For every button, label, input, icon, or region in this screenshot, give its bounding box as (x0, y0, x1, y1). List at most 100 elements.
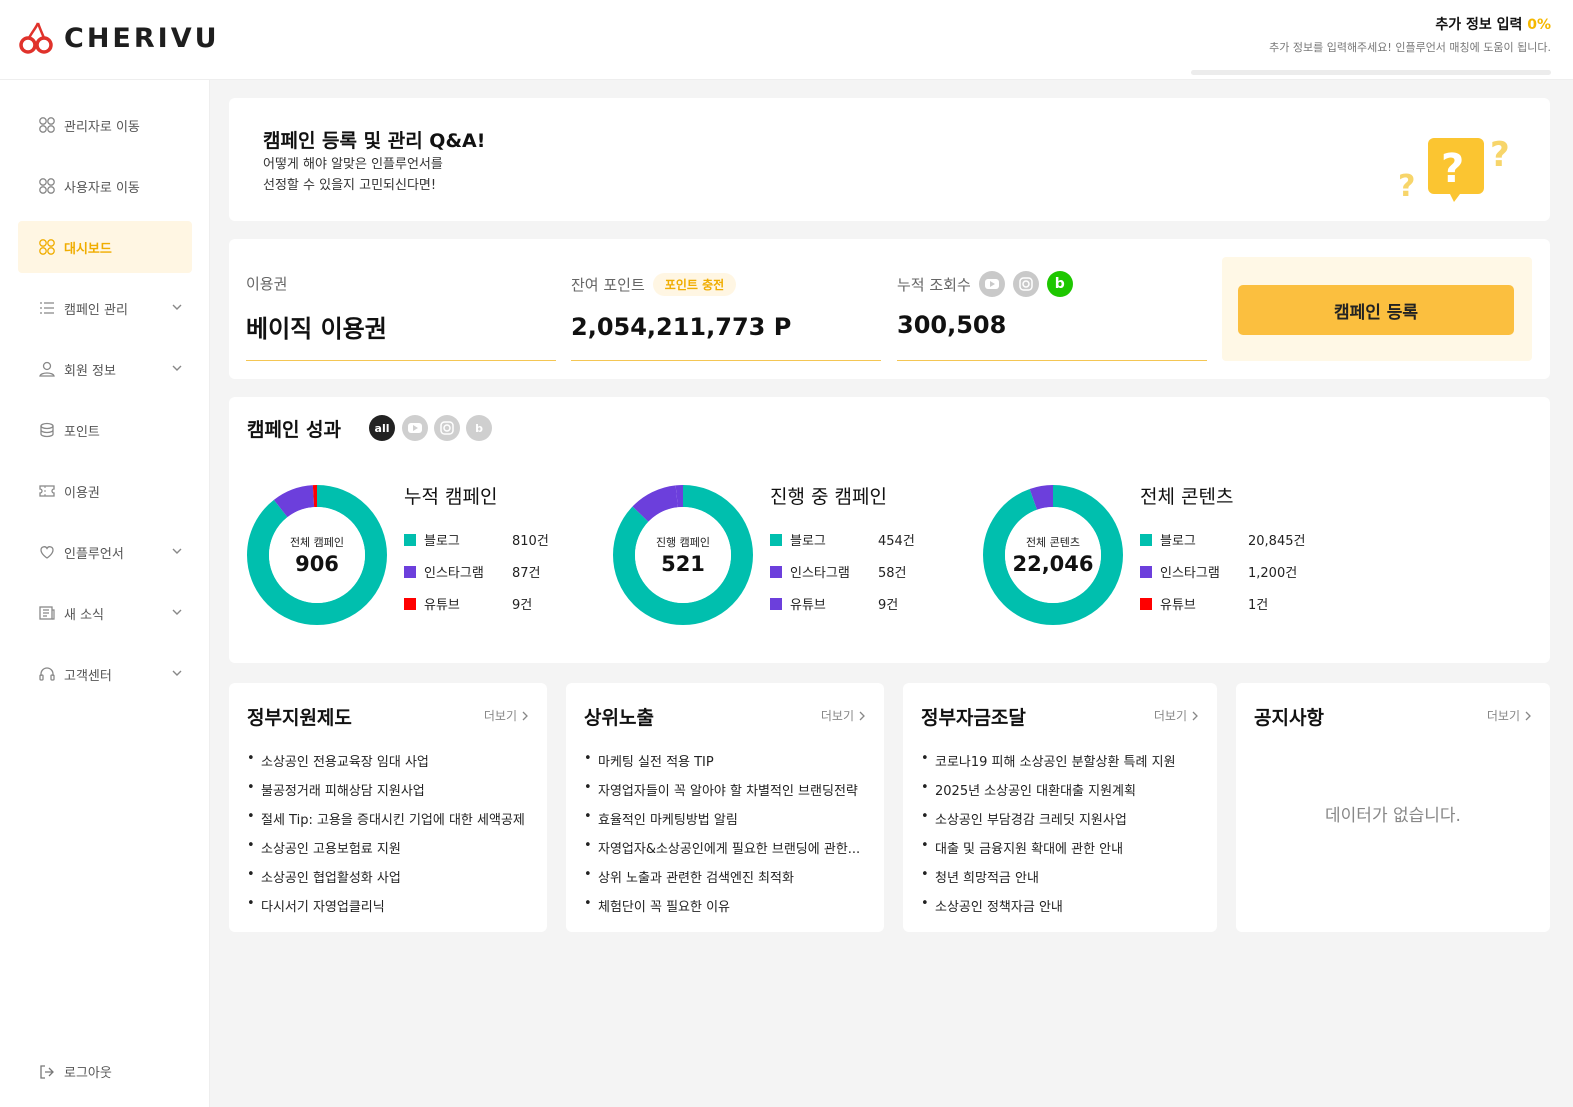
board-list-item[interactable]: 마케팅 실전 적용 TIP (584, 751, 872, 780)
chevron-down-icon[interactable] (170, 666, 184, 680)
board-list-item[interactable]: 상위 노출과 관련한 검색엔진 최적화 (584, 867, 872, 896)
qa-banner[interactable]: 캠페인 등록 및 관리 Q&A! 어떻게 해야 알맞은 인플루언서를 선정할 수… (229, 98, 1550, 221)
views-label-text: 누적 조회수 (897, 275, 971, 294)
sidebar-item-7[interactable]: 인플루언서 (18, 526, 192, 578)
empty-message: 데이터가 없습니다. (1325, 806, 1461, 826)
legend-name: 유튜브 (1160, 598, 1196, 613)
filter-instagram-button[interactable] (434, 415, 460, 441)
sidebar-item-6[interactable]: 이용권 (18, 465, 192, 517)
board-title: 상위노출 (584, 707, 654, 729)
logo[interactable]: CHERIVU (18, 20, 220, 56)
chevron-down-icon[interactable] (170, 544, 184, 558)
chevron-down-icon[interactable] (170, 300, 184, 314)
board-list-item[interactable]: 자영업자들이 꼭 알아야 할 차별적인 브랜딩전략 (584, 780, 872, 809)
coin-icon (38, 421, 56, 439)
legend-name: 블로그 (1160, 534, 1196, 549)
board-list-item[interactable]: 소상공인 부담경감 크레딧 지원사업 (921, 809, 1205, 838)
sidebar-item-3[interactable]: 캠페인 관리 (18, 282, 192, 334)
ticket-value: 베이직 이용권 (246, 315, 387, 343)
performance-card: 캠페인 성과 all b 전체 캠페인 906 누적 캠페인 블로그 810건 인스타그램… (229, 397, 1550, 663)
donut-center: 전체 캠페인 906 (247, 485, 387, 625)
qa-banner-title: 캠페인 등록 및 관리 Q&A! (263, 130, 486, 152)
board-card: 상위노출 더보기마케팅 실전 적용 TIP자영업자들이 꼭 알아야 할 차별적인 … (566, 683, 884, 932)
board-list-item[interactable]: 소상공인 정책자금 안내 (921, 896, 1205, 925)
legend-item: 블로그 (1140, 530, 1196, 549)
points-label: 잔여 포인트 포인트 충전 (571, 273, 737, 296)
svg-text:?: ? (1398, 169, 1415, 204)
legend-value: 58건 (878, 566, 907, 581)
board-list-item[interactable]: 체험단이 꼭 필요한 이유 (584, 896, 872, 925)
legend-swatch (1140, 565, 1152, 578)
qa-banner-line1: 어떻게 해야 알맞은 인플루언서를 (263, 157, 443, 172)
board-list: 마케팅 실전 적용 TIP자영업자들이 꼭 알아야 할 차별적인 브랜딩전략효율… (584, 751, 872, 925)
board-list-item[interactable]: 절세 Tip: 고용을 증대시킨 기업에 대한 세액공제 (247, 809, 535, 838)
legend-value: 20,845건 (1248, 534, 1306, 549)
grid-icon (38, 116, 56, 134)
more-link[interactable]: 더보기 (1487, 707, 1532, 724)
board-list-item[interactable]: 소상공인 고용보험료 지원 (247, 838, 535, 867)
board-list-item[interactable]: 코로나19 피해 소상공인 분할상환 특례 지원 (921, 751, 1205, 780)
sidebar-item-label: 캠페인 관리 (64, 302, 128, 318)
blog-icon[interactable]: b (1046, 271, 1073, 297)
group-title: 누적 캠페인 (404, 486, 498, 508)
donut-chart-1: 진행 캠페인 521 (613, 485, 753, 625)
sidebar-item-1[interactable]: 사용자로 이동 (18, 160, 192, 212)
chevron-down-icon[interactable] (170, 605, 184, 619)
filter-blog-button[interactable]: b (466, 415, 492, 441)
legend-name: 인스타그램 (1160, 566, 1220, 581)
extra-info-progress (1191, 70, 1551, 75)
user-icon (38, 360, 56, 378)
board-list-item[interactable]: 효율적인 마케팅방법 알림 (584, 809, 872, 838)
svg-text:?: ? (1490, 135, 1510, 175)
ticket-label: 이용권 (246, 273, 287, 294)
sidebar-item-2[interactable]: 대시보드 (18, 221, 192, 273)
sidebar-item-label: 고객센터 (64, 668, 112, 684)
chevron-right-icon (1525, 711, 1531, 720)
views-value: 300,508 (897, 311, 1007, 339)
question-mark-illustration-icon: ? ? ? (1398, 135, 1510, 204)
chevron-down-icon[interactable] (170, 361, 184, 375)
legend-name: 인스타그램 (790, 566, 850, 581)
legend-swatch (1140, 597, 1152, 610)
more-label: 더보기 (820, 709, 854, 723)
legend-swatch (404, 565, 416, 578)
more-link[interactable]: 더보기 (821, 707, 866, 724)
board-list-item[interactable]: 2025년 소상공인 대환대출 지원계획 (921, 780, 1205, 809)
points-value: 2,054,211,773 P (571, 313, 792, 341)
board-list: 코로나19 피해 소상공인 분할상환 특례 지원2025년 소상공인 대환대출 … (921, 751, 1205, 925)
donut-center-value: 521 (661, 552, 705, 576)
charge-points-button[interactable]: 포인트 충전 (652, 273, 737, 296)
extra-info-panel[interactable]: 추가 정보 입력 0% 추가 정보를 입력해주세요! 인플루언서 매칭에 도움이… (1151, 14, 1551, 75)
donut-center-value: 22,046 (1012, 552, 1094, 576)
board-card: 정부자금조달 더보기코로나19 피해 소상공인 분할상환 특례 지원2025년 소… (903, 683, 1217, 932)
board-list-item[interactable]: 청년 희망적금 안내 (921, 867, 1205, 896)
filter-all-button[interactable]: all (369, 415, 395, 441)
sidebar-item-8[interactable]: 새 소식 (18, 587, 192, 639)
board-list-item[interactable]: 소상공인 협업활성화 사업 (247, 867, 535, 896)
board-list-item[interactable]: 다시서기 자영업클리닉 (247, 896, 535, 925)
sidebar-item-5[interactable]: 포인트 (18, 404, 192, 456)
extra-info-title: 추가 정보 입력 0% (1151, 14, 1551, 34)
board-list-item[interactable]: 불공정거래 피해상담 지원사업 (247, 780, 535, 809)
qa-banner-line2: 선정할 수 있을지 고민되신다면! (263, 178, 437, 193)
logout-button[interactable]: 로그아웃 (38, 1062, 112, 1081)
filter-youtube-button[interactable] (402, 415, 428, 441)
sidebar-item-0[interactable]: 관리자로 이동 (18, 99, 192, 151)
board-list-item[interactable]: 소상공인 전용교육장 임대 사업 (247, 751, 535, 780)
youtube-icon[interactable] (978, 271, 1005, 297)
donut-center-label: 전체 캠페인 (289, 536, 345, 549)
sidebar-item-4[interactable]: 회원 정보 (18, 343, 192, 395)
legend-item: 블로그 (770, 530, 826, 549)
ticket-underline (246, 360, 556, 361)
board-list: 소상공인 전용교육장 임대 사업불공정거래 피해상담 지원사업절세 Tip: 고… (247, 751, 535, 925)
sidebar-item-9[interactable]: 고객센터 (18, 648, 192, 700)
donut-center-label: 전체 콘텐츠 (1025, 536, 1081, 549)
more-link[interactable]: 더보기 (484, 707, 529, 724)
register-campaign-button[interactable]: 캠페인 등록 (1238, 285, 1514, 335)
board-list-item[interactable]: 자영업자&소상공인에게 필요한 브랜딩에 관한... (584, 838, 872, 867)
instagram-icon[interactable] (1012, 271, 1039, 297)
board-list-item[interactable]: 대출 및 금융지원 확대에 관한 안내 (921, 838, 1205, 867)
more-link[interactable]: 더보기 (1154, 707, 1199, 724)
legend-swatch (770, 565, 782, 578)
legend-value: 1,200건 (1248, 566, 1298, 581)
